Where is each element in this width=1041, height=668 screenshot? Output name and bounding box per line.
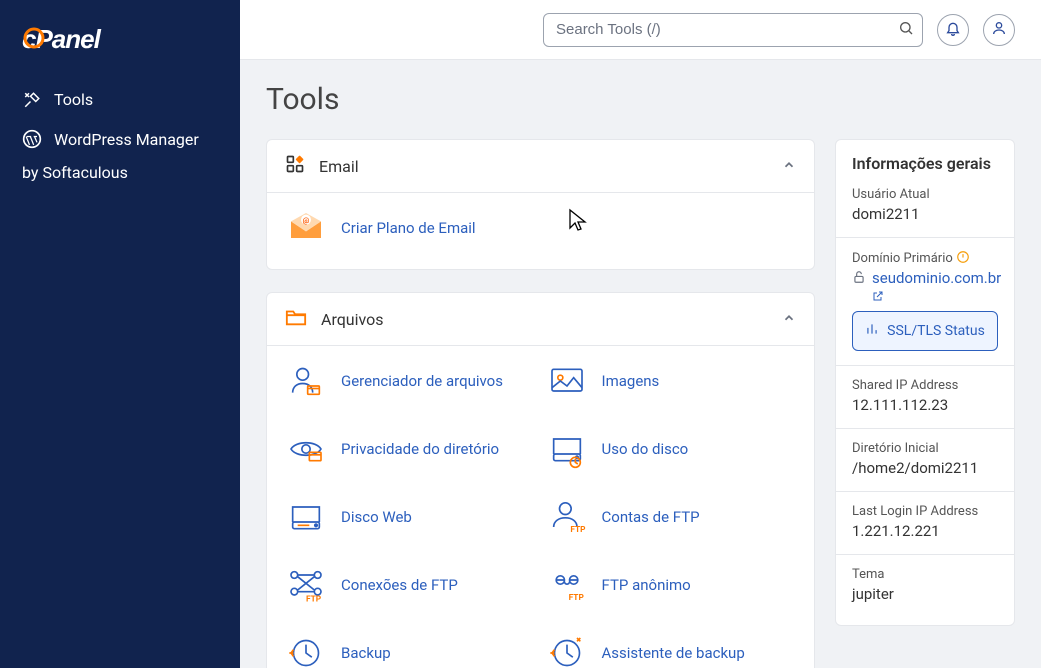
svg-text:FTP: FTP [568, 593, 584, 603]
info-homedir-value: /home2/domi2211 [852, 459, 998, 477]
info-lastlogin-label: Last Login IP Address [852, 504, 998, 519]
tool-ftp-connections[interactable]: FTP Conexões de FTP [285, 564, 536, 606]
anonymous-ftp-icon: FTP [546, 564, 588, 606]
tool-label: Privacidade do diretório [341, 440, 499, 458]
tool-backup[interactable]: Backup [285, 632, 536, 668]
tool-label: Imagens [602, 372, 660, 390]
images-icon [546, 360, 588, 402]
main-content: Tools Email @ [240, 60, 1041, 668]
warning-icon [956, 251, 970, 266]
tool-label: Uso do disco [602, 440, 689, 458]
divider [836, 491, 1014, 492]
tool-directory-privacy[interactable]: Privacidade do diretório [285, 428, 536, 470]
ftp-connections-icon: FTP [285, 564, 327, 606]
info-domain-label-text: Domínio Primário [852, 251, 953, 266]
panel-email: Email @ Criar Plano de Email [266, 139, 815, 270]
ssl-button-label: SSL/TLS Status [887, 323, 985, 339]
divider [836, 554, 1014, 555]
backup-icon [285, 632, 327, 668]
tool-ftp-accounts[interactable]: FTP Contas de FTP [546, 496, 797, 538]
file-manager-icon [285, 360, 327, 402]
tool-images[interactable]: Imagens [546, 360, 797, 402]
bars-icon [865, 322, 879, 340]
search-input[interactable] [543, 13, 923, 47]
tool-backup-wizard[interactable]: Assistente de backup [546, 632, 797, 668]
sidebar-item-wordpress-manager[interactable]: WordPress Manager [0, 119, 240, 159]
tool-label: Criar Plano de Email [341, 219, 476, 237]
user-menu-button[interactable] [983, 14, 1015, 46]
tools-icon [22, 91, 42, 109]
tool-label: Contas de FTP [602, 508, 700, 526]
tool-label: FTP anônimo [602, 576, 691, 594]
sidebar-item-label: Tools [54, 90, 93, 109]
tool-label: Backup [341, 644, 391, 662]
ftp-accounts-icon: FTP [546, 496, 588, 538]
search-wrap [543, 13, 923, 47]
svg-text:FTP: FTP [570, 525, 586, 535]
info-sharedip-label: Shared IP Address [852, 378, 998, 393]
tool-label: Gerenciador de arquivos [341, 372, 503, 390]
external-link-icon [872, 290, 884, 302]
chevron-up-icon [782, 157, 796, 176]
sidebar-item-tools[interactable]: Tools [0, 80, 240, 119]
bell-icon [945, 20, 961, 40]
info-domain-value[interactable]: seudominio.com.br [872, 269, 1001, 305]
info-theme-value: jupiter [852, 585, 998, 603]
info-domain-text: seudominio.com.br [872, 269, 1001, 287]
info-homedir-label: Diretório Inicial [852, 441, 998, 456]
divider [836, 365, 1014, 366]
svg-text:FTP: FTP [306, 595, 322, 605]
backup-wizard-icon [546, 632, 588, 668]
info-lastlogin-value: 1.221.12.221 [852, 522, 998, 540]
tool-web-disk[interactable]: Disco Web [285, 496, 536, 538]
divider [836, 428, 1014, 429]
sidebar: cPanel Tools WordPress Manager by Softac… [0, 0, 240, 668]
folder-icon [285, 307, 307, 331]
disk-usage-icon [546, 428, 588, 470]
panel-title: Arquivos [321, 310, 384, 329]
sidebar-item-label: WordPress Manager [54, 130, 199, 149]
tool-label: Disco Web [341, 508, 412, 526]
panel-header-arquivos[interactable]: Arquivos [267, 293, 814, 346]
email-icon: @ [285, 207, 327, 249]
wordpress-icon [22, 129, 42, 149]
info-title: Informações gerais [852, 154, 998, 173]
svg-text:@: @ [303, 216, 310, 225]
tool-email-plan[interactable]: @ Criar Plano de Email [285, 207, 796, 249]
tool-disk-usage[interactable]: Uso do disco [546, 428, 797, 470]
chevron-up-icon [782, 310, 796, 329]
ssl-status-button[interactable]: SSL/TLS Status [852, 311, 998, 351]
panel-title: Email [319, 157, 359, 176]
user-icon [991, 20, 1007, 40]
apps-icon [285, 154, 305, 178]
panel-arquivos: Arquivos Gerenciador de arquivos [266, 292, 815, 668]
info-sharedip-value: 12.111.112.23 [852, 396, 998, 414]
info-domain-label: Domínio Primário [852, 250, 998, 266]
info-card: Informações gerais Usuário Atual domi221… [835, 139, 1015, 626]
web-disk-icon [285, 496, 327, 538]
info-theme-label: Tema [852, 567, 998, 582]
search-icon [898, 20, 914, 40]
sidebar-item-subtext: by Softaculous [0, 159, 240, 192]
topbar [240, 0, 1041, 60]
panel-header-email[interactable]: Email [267, 140, 814, 193]
tool-file-manager[interactable]: Gerenciador de arquivos [285, 360, 536, 402]
divider [836, 237, 1014, 238]
lock-open-icon [852, 269, 866, 288]
cpanel-logo: cPanel [0, 18, 240, 80]
tool-label: Conexões de FTP [341, 576, 458, 594]
info-user-value: domi2211 [852, 205, 998, 223]
tool-label: Assistente de backup [602, 644, 745, 662]
directory-privacy-icon [285, 428, 327, 470]
info-user-label: Usuário Atual [852, 187, 998, 202]
tool-anonymous-ftp[interactable]: FTP FTP anônimo [546, 564, 797, 606]
notifications-button[interactable] [937, 14, 969, 46]
page-title: Tools [266, 82, 1015, 117]
